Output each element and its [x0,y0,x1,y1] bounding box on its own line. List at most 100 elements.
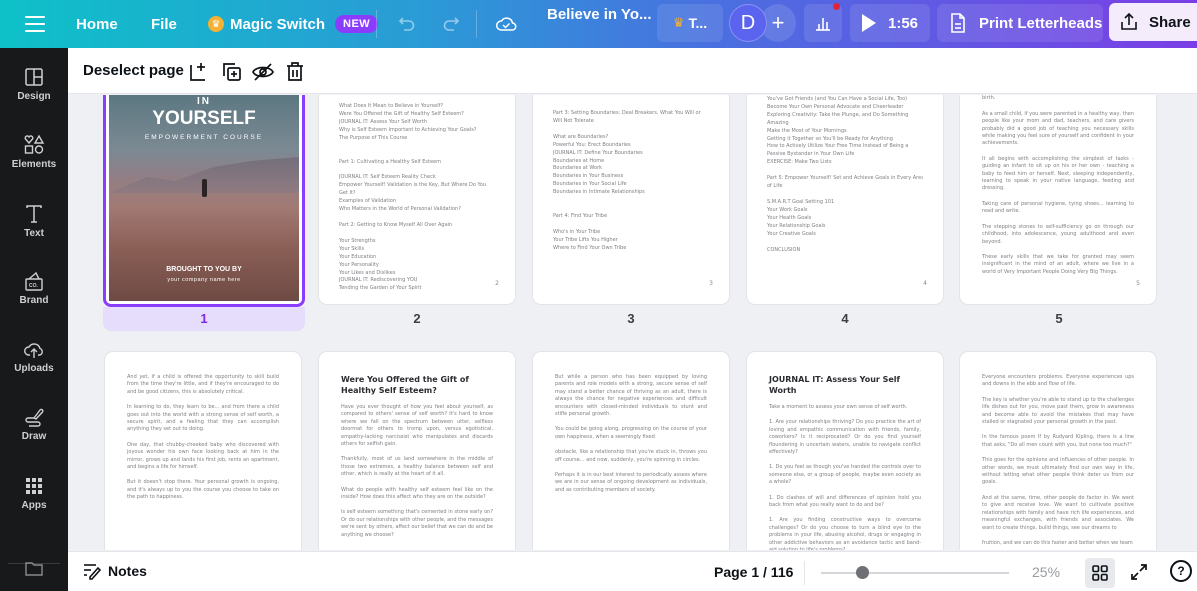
hide-page-button[interactable] [251,60,275,84]
duplicate-page-button[interactable] [220,60,244,84]
page-thumbnail-5[interactable]: our sense of self, and our own value, be… [960,95,1156,304]
apps-grid-icon [26,478,42,494]
page-line: Where to Find Your Own Tribe [553,244,627,251]
help-button[interactable]: ? [1170,560,1192,582]
print-letterheads-button[interactable]: Print Letterheads [937,4,1103,42]
layout-icon [25,68,43,86]
page-line: Who's in Your Tribe [553,228,601,235]
team-button[interactable]: ♛ T... [657,4,723,42]
page-thumbnail-1[interactable]: IN YOURSELF EMPOWERMENT COURSE BROUGHT T… [103,95,305,307]
page-thumbnail-8[interactable]: But while a person who has been equipped… [533,352,729,550]
page-paragraph: As a small child, if you were parented i… [982,110,1134,147]
page-line: Getting it Together so You'll be Ready f… [767,135,893,142]
sidebar-label: Apps [21,500,47,511]
page-line: How to Actively Utilize Your Free Time I… [767,143,909,150]
delete-page-button[interactable] [283,60,307,84]
page-thumbnail-4[interactable]: You've Got Friends (and You Can Have a S… [747,95,943,304]
page-toolbar: Deselect page [68,48,1197,94]
sidebar-item-design[interactable]: Design [0,66,68,102]
zoom-percentage[interactable]: 25% [1032,564,1060,580]
home-button[interactable]: Home [76,6,118,42]
page-paragraph: Have you ever thought of how you feel ab… [341,404,493,448]
sidebar-item-projects[interactable] [0,558,68,583]
add-page-button[interactable] [187,60,211,84]
page-text: JOURNAL IT: Assess Your Self Worth Take … [747,352,943,550]
page-line: Part 5: Empower Yourself! Set and Achiev… [767,175,923,182]
menu-button[interactable] [22,11,48,37]
page-paragraph: And at the same, time, other people do f… [982,494,1134,531]
plus-icon: + [771,10,785,35]
present-button[interactable]: 1:56 [850,4,930,42]
undo-icon [398,17,415,31]
page-number-1[interactable]: 1 [103,307,305,331]
page-footer-number: 3 [709,280,713,287]
svg-text:CO.: CO. [29,283,39,289]
sidebar-label: Brand [19,295,49,306]
page-paragraph: It all begins with accomplishing the sim… [982,155,1134,192]
page-paragraph: Thankfully, most of us land somewhere in… [341,456,493,478]
document-title[interactable]: Believe in Yo... [547,6,652,23]
page-thumbnail-3[interactable]: Part 3: Setting Boundaries: Deal Breaker… [533,95,729,304]
sidebar-item-brand[interactable]: CO. Brand [0,270,68,306]
page-thumbnail-2[interactable]: What Does It Mean to Believe in Yourself… [319,95,515,304]
avatar[interactable]: D [729,4,767,42]
page-line: Your Education [339,253,377,260]
page-line: Amazing [767,119,789,126]
cover-in-text: IN [197,96,211,107]
page-paragraph: Perhaps it is in our best interest to pe… [555,472,707,493]
page-line: Part 1: Cultivating a Healthy Self Estee… [339,158,441,165]
page-text: What Does It Mean to Believe in Yourself… [319,95,515,293]
deselect-page-button[interactable]: Deselect page [83,62,184,79]
page-line: Your Tribe Lifts You Higher [553,236,618,243]
page-paragraph: This goes for the opinions and influence… [982,457,1134,486]
page-number-4[interactable]: 4 [744,307,946,331]
page-line: Powerful You: Erect Boundaries [553,141,631,148]
notes-button[interactable]: Notes [82,562,147,580]
page-paragraph: Take a moment to assess your own sense o… [769,404,908,410]
page-line: EXERCISE: Make Two Lists [767,159,832,166]
page-footer-number: 5 [1136,280,1140,287]
page-line: Your Likes and Dislikes [339,269,396,276]
save-status-button[interactable] [493,10,519,38]
sidebar-item-text[interactable]: Text [0,203,68,239]
walker-figure [202,179,207,197]
zoom-slider[interactable] [821,572,1009,574]
magic-switch-button[interactable]: ♛ Magic Switch NEW [208,6,379,42]
sidebar-item-draw[interactable]: Draw [0,406,68,442]
page-number-3[interactable]: 3 [530,307,732,331]
page-text: And yet, if a child is offered the oppor… [105,352,301,502]
page-grid: IN YOURSELF EMPOWERMENT COURSE BROUGHT T… [68,95,1197,550]
page-line: Boundaries in Your Business [553,173,624,180]
share-button[interactable]: Share [1109,3,1197,41]
file-menu-button[interactable]: File [151,6,177,42]
page-thumbnail-7[interactable]: Were You Offered the Gift of Healthy Sel… [319,352,515,550]
page-thumbnail-10[interactable]: Everyone encounters problems. Everyone e… [960,352,1156,550]
undo-button[interactable] [394,10,420,38]
expand-icon [1131,564,1147,580]
sidebar-item-apps[interactable]: Apps [0,475,68,511]
page-line: Why is Self Esteem Important to Achievin… [339,126,477,133]
page-paragraph: The key is whether you're able to stand … [982,396,1134,426]
page-paragraph: 1. Do clashes of will and differences of… [769,494,921,509]
page-number-5[interactable]: 5 [958,307,1160,331]
page-thumbnail-9[interactable]: JOURNAL IT: Assess Your Self Worth Take … [747,352,943,550]
page-line: JOURNAL IT: Assess Your Self Worth [339,118,427,125]
grid-view-button[interactable] [1085,558,1115,588]
page-line: Passive Bystander in Your Own Life [767,151,855,158]
sidebar-item-uploads[interactable]: Uploads [0,338,68,374]
page-line-gap [767,239,923,247]
zoom-slider-thumb[interactable] [855,566,869,579]
sidebar-item-elements[interactable]: Elements [0,134,68,170]
page-number-2[interactable]: 2 [316,307,518,331]
page-paragraph: In learning to do, they learn to be... a… [127,404,279,433]
page-line: Boundaries at Home [553,157,605,164]
page-paragraph: One day, that chubby-cheeked baby who di… [127,441,279,471]
redo-button[interactable] [438,10,464,38]
shapes-icon [24,134,45,154]
fullscreen-button[interactable] [1128,560,1150,584]
page-paragraph: Taking care of personal hygiene, tying s… [982,200,1134,215]
page-line: Who Matters in the World of Personal Val… [339,206,461,213]
notes-label: Notes [108,563,147,579]
page-line: CONCLUSION [767,246,801,253]
page-thumbnail-6[interactable]: And yet, if a child is offered the oppor… [105,352,301,550]
